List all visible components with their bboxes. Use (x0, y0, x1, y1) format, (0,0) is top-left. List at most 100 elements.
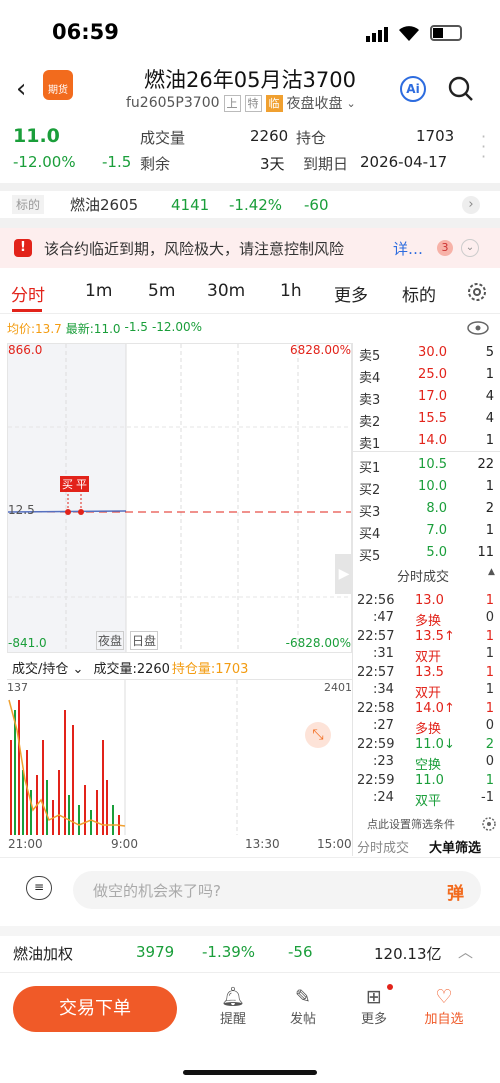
bid-volume: 22 (477, 457, 494, 472)
divider (0, 857, 500, 858)
bid-row[interactable]: 买1 10.5 22 (353, 457, 500, 477)
tab-1h[interactable]: 1h (280, 281, 302, 301)
tick-oi-change: 0 (485, 754, 494, 769)
tab-tick-trades[interactable]: 分时成交 (357, 837, 409, 856)
heart-icon: ♡ (435, 986, 453, 1008)
divider (0, 313, 500, 314)
tick-oi-change: 0 (485, 610, 494, 625)
bid-row[interactable]: 买5 5.0 11 (353, 545, 500, 565)
volume-selector[interactable]: 成交/持仓 ⌄ (12, 658, 83, 677)
tab-more[interactable]: 更多 (334, 281, 368, 306)
ask-row[interactable]: 卖4 25.0 1 (353, 367, 500, 387)
index-change: -56 (288, 943, 313, 961)
volume-header: 成交/持仓 ⌄ 成交量:2260 持仓量:1703 (12, 658, 248, 677)
risk-warning-banner[interactable]: ! 该合约临近到期，风险极大，请注意控制风险 详… 3 ⌄ (0, 228, 500, 268)
bid-level: 买5 (359, 549, 381, 564)
remain-label: 剩余 (140, 155, 171, 173)
bid-price: 7.0 (426, 523, 447, 538)
nav-post[interactable]: ✎ 发帖 (286, 986, 320, 1027)
chevron-down-icon[interactable]: ⌄ (461, 239, 479, 257)
index-ticker[interactable]: 燃油加权 3979 -1.39% -56 120.13亿 ︿ (0, 938, 500, 968)
remain-value: 3天 (260, 155, 285, 173)
intraday-chart[interactable]: 866.0 6828.00% -841.0 -6828.00% 12.5 买 平… (7, 343, 353, 653)
ask-price: 25.0 (418, 367, 447, 382)
change-pct: -12.00% (13, 153, 76, 171)
bid-level: 买2 (359, 483, 381, 498)
chart-bottom-right: -6828.00% (285, 636, 351, 650)
close-marker: 平 (74, 476, 89, 492)
bid-row[interactable]: 买4 7.0 1 (353, 523, 500, 543)
volume-label: 成交量 (140, 129, 186, 147)
tab-underline (12, 309, 42, 312)
expiry-value: 2026-04-17 (360, 153, 448, 171)
tick-price: 13.5↑ (415, 629, 455, 644)
tab-30m[interactable]: 30m (207, 281, 245, 301)
tick-time: 22:59 (357, 737, 395, 752)
eye-icon[interactable] (467, 321, 489, 335)
oi-label: 持仓 (296, 129, 327, 147)
volume-left-max: 137 (7, 681, 28, 694)
tick-row: 22:57 13.5 1 :34 双开 1 (353, 665, 500, 701)
comment-bar: ≡ 做空的机会来了吗? 弹 (0, 864, 500, 916)
tab-underlying[interactable]: 标的 (402, 281, 436, 306)
tick-row: 22:57 13.5↑ 1 :31 双开 1 (353, 629, 500, 665)
time-label: 15:00 (317, 837, 352, 851)
danmu-settings-icon[interactable]: ≡ (26, 876, 52, 900)
tick-time: 22:58 (357, 701, 395, 716)
nav-watchlist[interactable]: ♡ 加自选 (420, 986, 468, 1027)
nav-more[interactable]: ⊞ 更多 (357, 984, 393, 1027)
bottom-nav: 交易下单 🔔︎ 提醒 ✎ 发帖 ⊞ 更多 ♡ 加自选 (0, 984, 500, 1046)
change-value: -1.5 (102, 153, 132, 171)
ask-row[interactable]: 卖2 15.5 4 (353, 411, 500, 431)
bid-row[interactable]: 买3 8.0 2 (353, 501, 500, 521)
danmu-toggle[interactable]: 弹 (447, 879, 464, 904)
chart-pct: -12.00% (151, 320, 203, 334)
ask-row[interactable]: 卖3 17.0 4 (353, 389, 500, 409)
trade-button[interactable]: 交易下单 (13, 986, 177, 1032)
ai-button[interactable]: Ai (400, 76, 426, 102)
fullscreen-icon[interactable]: ⤡ (305, 722, 331, 748)
chart-mid-left: 12.5 (8, 503, 35, 517)
ask-level: 卖5 (359, 349, 381, 364)
warning-text: 该合约临近到期，风险极大，请注意控制风险 (44, 239, 345, 258)
period-tabs: 分时 1m 5m 30m 1h 更多 标的 (0, 278, 500, 312)
tick-oi-change: 1 (485, 682, 494, 697)
nav-alert[interactable]: 🔔︎ 提醒 (216, 986, 250, 1027)
nav-watchlist-label: 加自选 (424, 1012, 464, 1027)
bid-level: 买1 (359, 461, 381, 476)
bid-volume: 1 (485, 479, 494, 494)
search-icon[interactable] (448, 76, 474, 102)
ask-row[interactable]: 卖5 30.0 5 (353, 345, 500, 365)
tick-price: 13.5 (415, 665, 444, 680)
chevron-up-icon[interactable]: ︿ (458, 941, 473, 962)
tab-big-orders[interactable]: 大单筛选 (429, 837, 481, 856)
contract-subtitle[interactable]: fu2605P3700 上 特 临 夜盘收盘 ⌄ (126, 93, 356, 113)
oi-total: 持仓量:1703 (171, 662, 249, 677)
tab-intraday[interactable]: 分时 (11, 281, 45, 306)
underlying-label: 标的 (12, 195, 45, 214)
chart-change: -1.5 (124, 320, 148, 334)
tab-1m[interactable]: 1m (85, 281, 112, 301)
bid-level: 买4 (359, 527, 381, 542)
tick-kind: 双开 (415, 686, 442, 701)
tick-price: 13.0 (415, 593, 444, 608)
underlying-row[interactable]: 标的 燃油2605 4141 -1.42% -60 › (0, 193, 500, 216)
bid-row[interactable]: 买2 10.0 1 (353, 479, 500, 499)
volume-value: 2260 (250, 127, 289, 145)
bid-price: 8.0 (426, 501, 447, 516)
more-dots-icon[interactable]: · · · (481, 129, 486, 165)
ask-row[interactable]: 卖1 14.0 1 (353, 433, 500, 453)
latest-price: 最新:11.0 (65, 322, 121, 336)
warning-detail-link[interactable]: 详… (393, 238, 423, 259)
filter-hint[interactable]: 点此设置筛选条件 (367, 816, 455, 832)
expand-arrow-icon[interactable]: ▶ (335, 554, 353, 594)
grid-icon: ⊞ (366, 986, 382, 1008)
tick-kind: 多换 (415, 614, 442, 629)
chart-bottom-left: -841.0 (8, 636, 47, 650)
gear-icon[interactable] (466, 281, 488, 303)
comment-input[interactable]: 做空的机会来了吗? 弹 (73, 871, 481, 909)
index-name: 燃油加权 (13, 945, 74, 963)
tab-5m[interactable]: 5m (148, 281, 175, 301)
caret-up-icon[interactable]: ▲ (488, 567, 495, 577)
gear-icon[interactable] (481, 816, 497, 832)
